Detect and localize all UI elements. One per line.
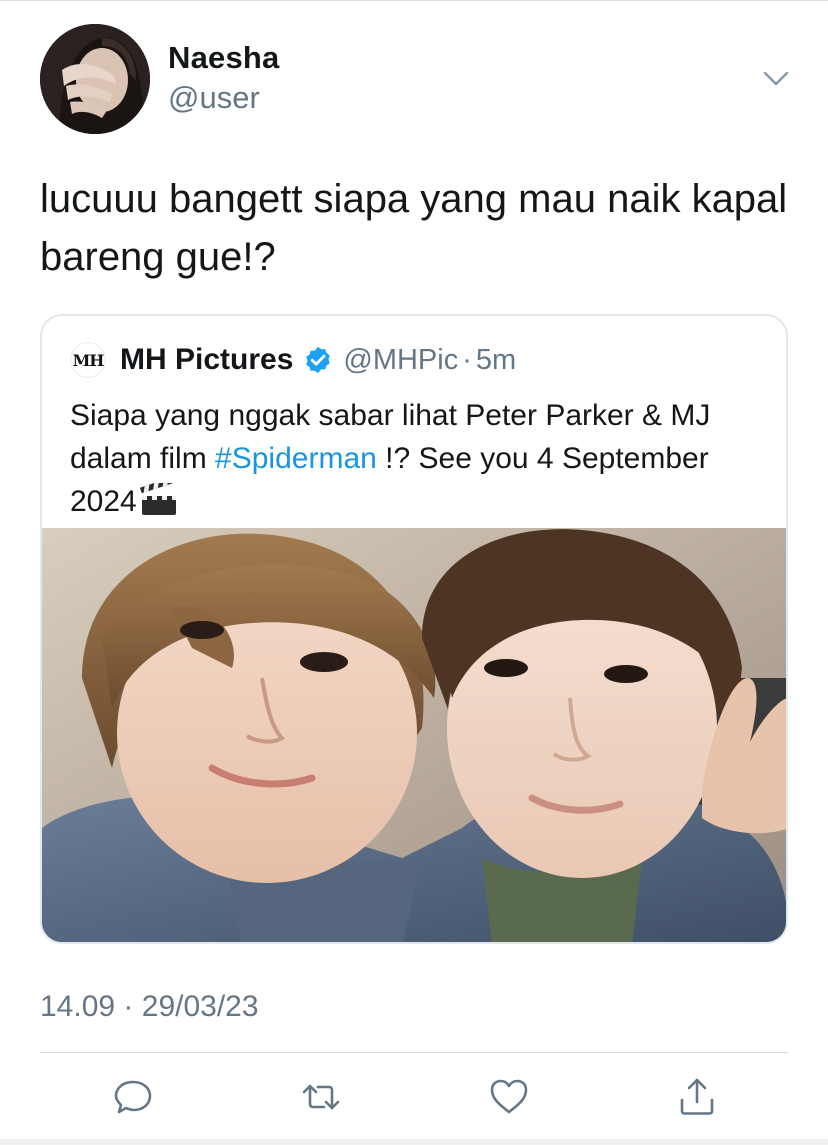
like-icon[interactable] [486,1074,532,1120]
tweet-time: 14.09 [40,990,116,1023]
tweet-text: lucuuu bangett siapa yang mau naik kapal… [40,177,788,279]
tweet-timestamp[interactable]: 14.09 · 29/03/23 [40,990,259,1024]
quoted-header: MH Pictures @MHPic · 5m [120,340,516,380]
tweet-date: 29/03/23 [141,990,259,1023]
reply-icon[interactable] [110,1074,156,1120]
actions-divider [40,1052,788,1053]
author-handle[interactable]: @user [168,80,260,116]
share-icon[interactable] [674,1074,720,1120]
avatar-photo [40,24,150,134]
quoted-author-name[interactable]: MH Pictures [120,343,293,377]
quoted-media-image[interactable] [42,528,786,942]
quoted-separator: · [462,343,472,376]
tweet-detail-page: Naesha @user lucuuu bangett siapa yang m… [0,0,828,1145]
clapper-board-icon [139,483,176,515]
quoted-logo-text: MH [72,350,105,370]
chevron-down-icon[interactable] [760,64,792,92]
quoted-avatar-logo[interactable]: MH [70,342,106,378]
bottom-bar [0,1139,828,1145]
author-name[interactable]: Naesha [168,40,280,76]
retweet-icon[interactable] [298,1074,344,1120]
quoted-author-handle[interactable]: @MHPic [343,344,458,377]
verified-badge-icon [306,346,331,374]
author-avatar[interactable] [40,24,150,134]
quoted-tweet-card[interactable]: MH MH Pictures @MHPic · 5m Siapa yang ng… [40,314,788,944]
quoted-text: Siapa yang nggak sabar lihat Peter Parke… [70,394,770,523]
quoted-timestamp[interactable]: 5m [476,344,516,377]
hashtag-link[interactable]: #Spiderman [215,442,377,475]
top-divider [0,0,828,1]
tweet-meta-separator: · [123,990,134,1023]
